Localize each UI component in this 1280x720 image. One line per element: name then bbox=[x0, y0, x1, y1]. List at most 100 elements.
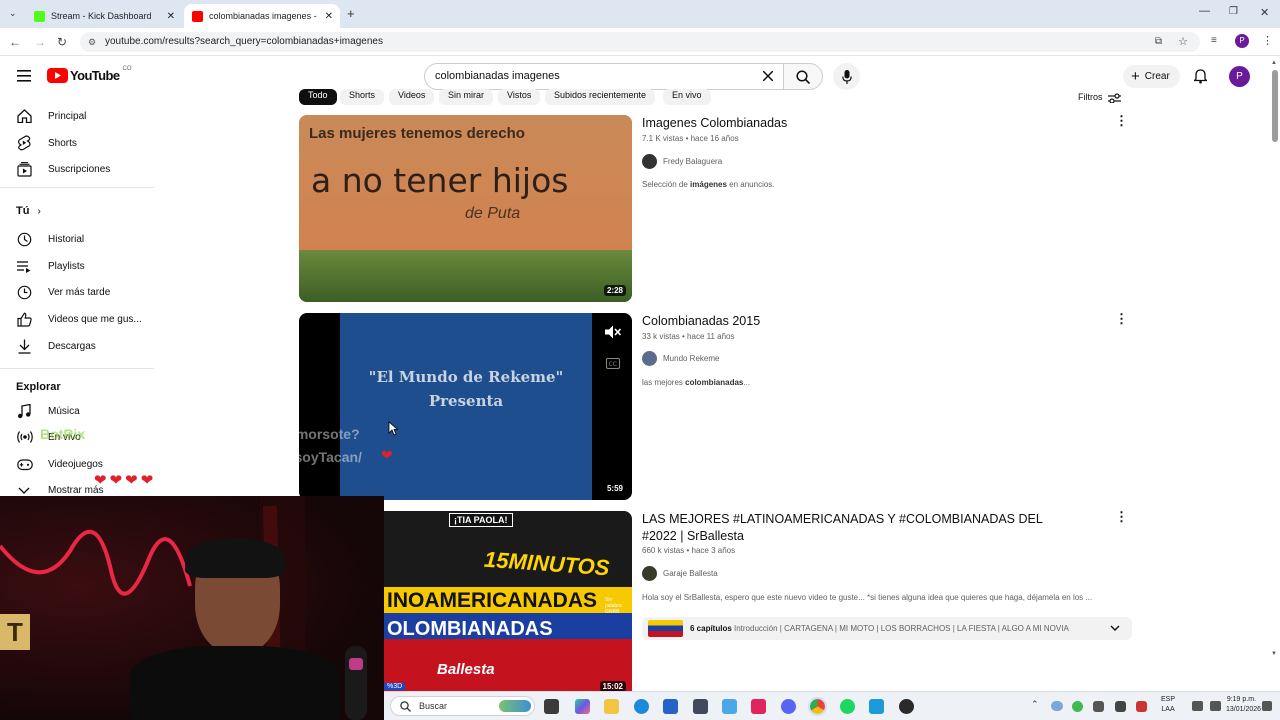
url-field[interactable]: ⚙ youtube.com/results?search_query=colom… bbox=[80, 32, 1200, 52]
notification-center-icon[interactable] bbox=[1262, 701, 1272, 711]
channel-link[interactable]: Mundo Rekeme bbox=[642, 351, 719, 366]
scrollbar-thumb[interactable] bbox=[1272, 70, 1278, 142]
clear-search-icon[interactable] bbox=[763, 71, 773, 81]
chip-videos[interactable]: Videos bbox=[389, 89, 435, 105]
video-title[interactable]: LAS MEJORES #LATINOAMERICANADAS Y #COLOM… bbox=[642, 511, 1072, 545]
section-title: Tú bbox=[16, 205, 30, 217]
back-icon[interactable]: ← bbox=[9, 35, 21, 49]
playlists-icon bbox=[17, 260, 31, 273]
chip-watched[interactable]: Vistos bbox=[498, 89, 541, 105]
streamer-hair bbox=[185, 538, 285, 578]
spotify-icon[interactable] bbox=[840, 699, 855, 714]
bookmark-star-icon[interactable]: ☆ bbox=[1178, 32, 1188, 52]
onedrive-icon[interactable] bbox=[1051, 701, 1063, 711]
youtube-logo[interactable]: YouTube CO bbox=[47, 66, 131, 83]
app-icon[interactable] bbox=[722, 699, 737, 714]
app-icon[interactable] bbox=[693, 699, 708, 714]
chip-unwatched[interactable]: Sin mirar bbox=[439, 89, 494, 105]
install-app-icon[interactable]: ⧉ bbox=[1155, 32, 1162, 52]
search-input[interactable]: colombianadas imagenes bbox=[424, 63, 784, 90]
channel-avatar bbox=[642, 154, 657, 169]
more-actions-icon[interactable]: ⋮ bbox=[1115, 113, 1128, 129]
chrome-icon[interactable] bbox=[808, 697, 827, 716]
sidebar-item-home[interactable]: Principal bbox=[0, 103, 154, 129]
filters-button[interactable]: Filtros bbox=[1078, 91, 1121, 103]
sidebar-item-watch-later[interactable]: Ver más tarde bbox=[0, 279, 154, 305]
browser-profile-avatar[interactable]: P bbox=[1235, 34, 1249, 48]
page-scrollbar[interactable]: ▲ ▼ bbox=[1270, 60, 1280, 691]
close-tab-icon[interactable]: ✕ bbox=[325, 11, 333, 22]
address-bar-row: ← → ↻ ⚙ youtube.com/results?search_query… bbox=[0, 28, 1280, 56]
new-tab-button[interactable]: + bbox=[347, 6, 355, 21]
edge-icon[interactable] bbox=[634, 699, 649, 714]
minimize-icon[interactable]: — bbox=[1199, 5, 1210, 17]
tab-youtube-search[interactable]: colombianadas imagenes - You ✕ bbox=[184, 4, 340, 28]
chip-shorts[interactable]: Shorts bbox=[340, 89, 385, 105]
app-tray-icon[interactable] bbox=[1072, 701, 1083, 712]
clock-date: 13/01/2026 bbox=[1226, 706, 1262, 713]
app-tray-icon[interactable] bbox=[1136, 701, 1147, 712]
wifi-icon[interactable] bbox=[1192, 701, 1203, 711]
sidebar-item-shorts[interactable]: Shorts bbox=[0, 130, 154, 156]
restore-icon[interactable]: ❐ bbox=[1229, 6, 1238, 17]
hamburger-menu-icon[interactable] bbox=[17, 70, 31, 82]
video-title[interactable]: Imagenes Colombianadas bbox=[642, 115, 787, 132]
language-indicator[interactable]: ESP LAA bbox=[1161, 695, 1175, 715]
window-close-icon[interactable]: ✕ bbox=[1260, 6, 1269, 19]
sidebar-item-music[interactable]: Música bbox=[0, 398, 154, 424]
more-actions-icon[interactable]: ⋮ bbox=[1115, 509, 1128, 525]
voice-search-button[interactable] bbox=[833, 63, 860, 90]
sidebar-item-liked-videos[interactable]: Videos que me gus... bbox=[0, 306, 154, 332]
sidebar-item-subscriptions[interactable]: Suscripciones bbox=[0, 156, 154, 182]
chip-all[interactable]: Todo bbox=[299, 89, 337, 105]
close-tab-icon[interactable]: ✕ bbox=[167, 11, 175, 22]
browser-menu-icon[interactable]: ⋮ bbox=[1262, 34, 1273, 47]
sidebar-item-playlists[interactable]: Playlists bbox=[0, 253, 154, 279]
chip-recently-uploaded[interactable]: Subidos recientemente bbox=[545, 89, 656, 105]
video-thumbnail[interactable]: "El Mundo de Rekeme" Presenta CC 5:59 bbox=[299, 313, 632, 500]
chip-live[interactable]: En vivo bbox=[663, 89, 711, 105]
video-thumbnail[interactable]: Las mujeres tenemos derecho a no tener h… bbox=[299, 115, 632, 302]
channel-name: Mundo Rekeme bbox=[663, 354, 720, 363]
search-button[interactable] bbox=[783, 63, 823, 90]
tab-list-icon[interactable]: ⌄ bbox=[9, 8, 17, 19]
chevron-up-icon[interactable]: ⌃ bbox=[1031, 699, 1039, 710]
channel-link[interactable]: Fredy Balaguera bbox=[642, 154, 722, 169]
scroll-up-icon[interactable]: ▲ bbox=[1271, 60, 1277, 66]
notifications-bell-icon[interactable] bbox=[1194, 69, 1207, 84]
more-actions-icon[interactable]: ⋮ bbox=[1115, 311, 1128, 327]
capcut-icon[interactable] bbox=[751, 699, 766, 714]
account-avatar[interactable]: P bbox=[1229, 66, 1250, 87]
tab-kick-dashboard[interactable]: Stream - Kick Dashboard ✕ bbox=[26, 4, 182, 28]
desc-text: en anuncios. bbox=[726, 180, 775, 189]
discord-icon[interactable] bbox=[781, 699, 796, 714]
app-icon[interactable] bbox=[899, 699, 914, 714]
mute-icon[interactable] bbox=[605, 325, 621, 339]
chevron-down-icon[interactable] bbox=[1110, 625, 1120, 632]
chapters-panel[interactable]: 6 capítulos Introducción | CARTAGENA | M… bbox=[642, 617, 1132, 640]
app-tray-icon[interactable] bbox=[1093, 701, 1104, 712]
taskbar-search[interactable]: Buscar bbox=[390, 696, 535, 716]
media-controls-icon[interactable]: ≡ bbox=[1211, 35, 1217, 46]
like-icon bbox=[17, 312, 32, 327]
copilot-icon[interactable] bbox=[575, 699, 590, 714]
app-tray-icon[interactable] bbox=[1115, 701, 1126, 712]
video-title[interactable]: Colombianadas 2015 bbox=[642, 313, 760, 330]
channel-link[interactable]: Garaje Ballesta bbox=[642, 566, 718, 581]
file-explorer-icon[interactable] bbox=[604, 699, 619, 714]
scroll-down-icon[interactable]: ▼ bbox=[1271, 651, 1277, 657]
sidebar-item-history[interactable]: Historial bbox=[0, 226, 154, 252]
task-view-icon[interactable] bbox=[544, 699, 559, 714]
store-icon[interactable] bbox=[663, 699, 678, 714]
captions-icon[interactable]: CC bbox=[606, 358, 620, 369]
volume-icon[interactable] bbox=[1210, 701, 1221, 711]
forward-icon[interactable]: → bbox=[34, 35, 46, 49]
sidebar-item-downloads[interactable]: Descargas bbox=[0, 333, 154, 359]
sidebar-you-header[interactable]: Tú › bbox=[16, 205, 41, 217]
taskbar-clock[interactable]: 9:19 p.m. 13/01/2026 bbox=[1226, 695, 1261, 715]
reload-icon[interactable]: ↻ bbox=[57, 35, 67, 49]
create-button[interactable]: + Crear bbox=[1123, 65, 1180, 88]
app-icon[interactable] bbox=[869, 699, 884, 714]
live-icon bbox=[17, 431, 33, 443]
site-info-icon[interactable]: ⚙ bbox=[88, 32, 96, 52]
